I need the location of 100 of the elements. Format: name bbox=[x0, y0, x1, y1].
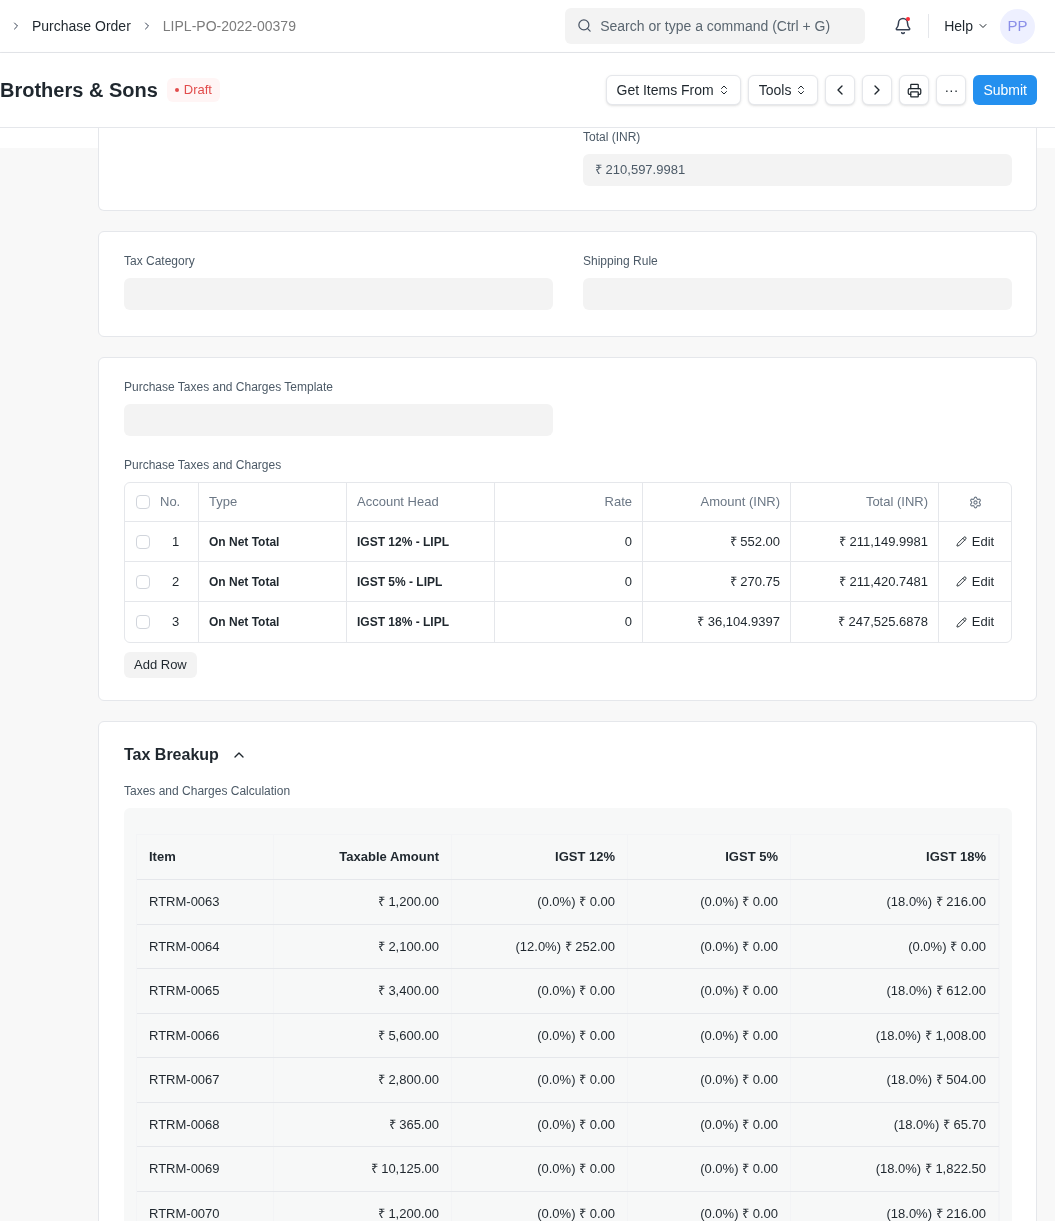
pencil-icon bbox=[955, 536, 967, 547]
checkbox[interactable] bbox=[136, 574, 150, 589]
table-cell-text: (0.0%) ₹ 0.00 bbox=[700, 982, 778, 1000]
pencil-icon bbox=[955, 616, 967, 628]
column-header: Type bbox=[209, 493, 238, 512]
table-cell-text: (0.0%) ₹ 0.00 bbox=[700, 937, 778, 956]
checkbox[interactable] bbox=[136, 495, 150, 509]
table-cell-text: RTRM-0064 bbox=[149, 937, 220, 956]
table-cell-text: On Net Total bbox=[209, 573, 280, 591]
section-title: Tax Breakup bbox=[124, 745, 219, 765]
table-cell-text: (0.0%) ₹ 0.00 bbox=[700, 1160, 778, 1178]
table-cell-text: RTRM-0069 bbox=[149, 1160, 220, 1178]
help-menu[interactable]: Help bbox=[944, 15, 989, 37]
table-label: Purchase Taxes and Charges bbox=[124, 457, 283, 474]
row-number: 3 bbox=[172, 613, 180, 632]
dropdown-button[interactable]: Tools bbox=[747, 75, 819, 105]
column-header: Rate bbox=[604, 493, 632, 512]
table-cell-text: On Net Total bbox=[209, 533, 280, 551]
table-cell-text: RTRM-0065 bbox=[149, 982, 220, 1000]
field-label: Total (INR) bbox=[583, 129, 642, 146]
search-icon bbox=[577, 18, 593, 33]
table-cell-text: RTRM-0066 bbox=[149, 1026, 220, 1045]
search-field[interactable]: Search or type a command (Ctrl + G) bbox=[565, 8, 866, 44]
table-cell-text: ₹ 247,525.6878 bbox=[837, 613, 928, 632]
table-cell-text: (0.0%) ₹ 0.00 bbox=[537, 1071, 615, 1089]
table-cell-text: ₹ 270.75 bbox=[729, 572, 780, 591]
table-cell-text: (18.0%) ₹ 1,008.00 bbox=[875, 1026, 986, 1045]
table-cell-text: (0.0%) ₹ 0.00 bbox=[537, 1204, 615, 1221]
table-cell-text: RTRM-0068 bbox=[149, 1115, 220, 1134]
previous-button[interactable] bbox=[825, 75, 856, 105]
table-cell-text: (18.0%) ₹ 216.00 bbox=[886, 893, 986, 911]
table-cell-text: ₹ 36,104.9397 bbox=[697, 613, 780, 632]
table-cell-text: (0.0%) ₹ 0.00 bbox=[537, 1160, 615, 1178]
field-label: Purchase Taxes and Charges Template bbox=[124, 379, 334, 396]
column-header: IGST 5% bbox=[725, 848, 778, 867]
table-cell-text: ₹ 3,400.00 bbox=[377, 982, 439, 1000]
print-button[interactable] bbox=[899, 75, 930, 105]
edit-button[interactable]: Edit bbox=[955, 571, 995, 592]
table-cell-text: ₹ 5,600.00 bbox=[377, 1026, 439, 1045]
row-number: 2 bbox=[172, 572, 180, 591]
column-header: IGST 18% bbox=[926, 848, 986, 867]
more-button[interactable]: ··· bbox=[936, 75, 967, 105]
table-cell-text: IGST 5% - LIPL bbox=[357, 573, 443, 591]
dropdown-button[interactable]: Get Items From bbox=[605, 75, 741, 105]
pencil-icon bbox=[955, 576, 967, 587]
table-cell-text: 0 bbox=[624, 613, 632, 632]
table-cell-text: (0.0%) ₹ 0.00 bbox=[908, 937, 986, 956]
column-header: No. bbox=[160, 493, 181, 512]
row-number: 1 bbox=[172, 532, 180, 551]
edit-button[interactable]: Edit bbox=[955, 531, 995, 552]
table-cell-text: (0.0%) ₹ 0.00 bbox=[537, 1026, 615, 1045]
table-cell-text: ₹ 1,200.00 bbox=[377, 893, 439, 911]
column-header: IGST 12% bbox=[555, 848, 615, 867]
table-cell-text: (12.0%) ₹ 252.00 bbox=[515, 937, 615, 956]
table-cell-text: RTRM-0070 bbox=[149, 1204, 220, 1221]
table-cell-text: (18.0%) ₹ 612.00 bbox=[886, 982, 986, 1000]
table-cell-text: ₹ 10,125.00 bbox=[370, 1160, 439, 1178]
table-cell-text: (18.0%) ₹ 216.00 bbox=[886, 1204, 986, 1221]
add-row-button[interactable]: Add Row bbox=[124, 652, 197, 678]
table-cell-text: (0.0%) ₹ 0.00 bbox=[537, 982, 615, 1000]
notification-button[interactable] bbox=[894, 17, 913, 35]
column-header: Account Head bbox=[357, 493, 439, 512]
table-cell-text: (0.0%) ₹ 0.00 bbox=[700, 1026, 778, 1045]
checkbox[interactable] bbox=[136, 615, 150, 629]
next-button[interactable] bbox=[862, 75, 893, 105]
table-cell-text: ₹ 552.00 bbox=[729, 532, 780, 551]
page-title: Brothers & Sons bbox=[0, 78, 158, 103]
bell-icon bbox=[894, 17, 913, 35]
table-cell-text: (0.0%) ₹ 0.00 bbox=[537, 893, 615, 911]
table-cell-text: RTRM-0067 bbox=[149, 1071, 220, 1089]
edit-button[interactable]: Edit bbox=[955, 612, 995, 632]
table-cell-text: (0.0%) ₹ 0.00 bbox=[700, 1071, 778, 1089]
column-header: Total (INR) bbox=[865, 493, 928, 512]
checkbox[interactable] bbox=[136, 534, 150, 549]
table-cell-text: (0.0%) ₹ 0.00 bbox=[700, 1115, 778, 1134]
table-cell-text: 0 bbox=[624, 572, 632, 591]
table-cell-text: On Net Total bbox=[209, 614, 280, 631]
table-cell-text: (18.0%) ₹ 65.70 bbox=[893, 1115, 986, 1134]
table-cell-text: IGST 18% - LIPL bbox=[357, 614, 449, 631]
field-label: Tax Category bbox=[124, 253, 196, 270]
table-cell-text: ₹ 2,800.00 bbox=[377, 1071, 439, 1089]
table-cell-text: (0.0%) ₹ 0.00 bbox=[537, 1115, 615, 1134]
table-cell-text: ₹ 1,200.00 bbox=[377, 1204, 439, 1221]
table-cell-text: ₹ 2,100.00 bbox=[377, 937, 439, 956]
breadcrumb-link[interactable]: Purchase Order bbox=[28, 15, 135, 37]
column-header: Amount (INR) bbox=[700, 493, 780, 512]
table-cell-text: (18.0%) ₹ 1,822.50 bbox=[875, 1160, 986, 1178]
field-label: Shipping Rule bbox=[583, 253, 659, 270]
table-cell-text: (0.0%) ₹ 0.00 bbox=[700, 1204, 778, 1221]
table-cell-text: ₹ 211,420.7481 bbox=[838, 572, 928, 591]
printer-icon bbox=[906, 82, 922, 98]
table-cell-text: 0 bbox=[624, 532, 632, 551]
input-field[interactable]: ₹ 210,597.9981 bbox=[583, 154, 1012, 186]
table-cell-text: RTRM-0063 bbox=[149, 893, 220, 911]
breadcrumb-link[interactable]: LIPL-PO-2022-00379 bbox=[158, 15, 300, 37]
column-header: Item bbox=[149, 848, 176, 867]
table-cell-text: ₹ 365.00 bbox=[388, 1115, 439, 1134]
settings-icon[interactable] bbox=[968, 495, 982, 509]
table-cell-text: (18.0%) ₹ 504.00 bbox=[886, 1071, 986, 1089]
section-label: Taxes and Charges Calculation bbox=[124, 783, 292, 800]
